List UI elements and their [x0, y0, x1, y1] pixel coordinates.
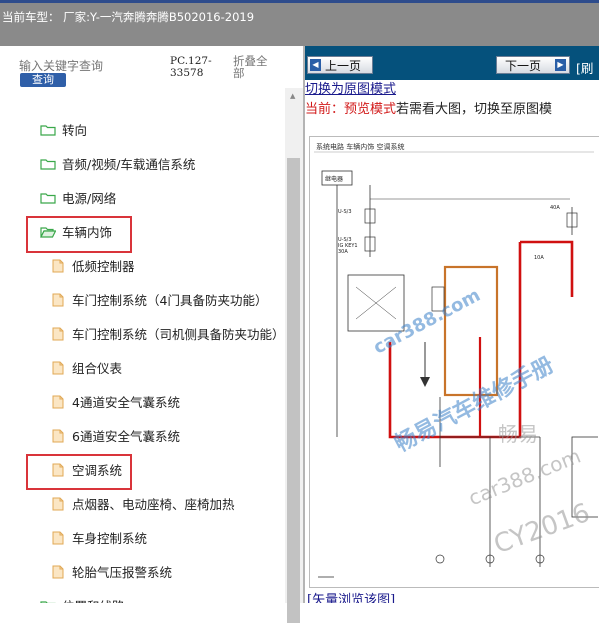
- current-vehicle-label: 当前车型： 厂家:Y-一汽奔腾奔腾B502016-2019: [2, 10, 255, 24]
- watermark-brand-grey: 畅易: [498, 422, 538, 446]
- tree-item[interactable]: 6通道安全气囊系统: [52, 419, 180, 452]
- pc-code: PC.127-33578: [170, 55, 212, 79]
- refresh-link[interactable]: [刷: [576, 58, 593, 77]
- search-button[interactable]: 查询: [20, 73, 66, 87]
- prev-page-button[interactable]: ◀ 上一页: [307, 56, 373, 74]
- tree-item[interactable]: 车门控制系统（4门具备防夹功能）: [52, 283, 267, 316]
- diagram-label-d: 30A: [338, 249, 348, 255]
- left-arrow-icon: ◀: [310, 59, 321, 71]
- document-icon: [52, 429, 64, 442]
- folder-icon: [40, 158, 56, 170]
- scrollbar-thumb[interactable]: [287, 158, 300, 623]
- tree-item[interactable]: 车身控制系统: [52, 521, 147, 554]
- tree-item-label: 低频控制器: [72, 259, 135, 274]
- document-icon: [52, 293, 64, 306]
- keyword-search-input[interactable]: [19, 58, 149, 74]
- document-icon: [52, 327, 64, 340]
- tree-item[interactable]: 电源/网络: [40, 181, 116, 214]
- mode-hint-label: 若需看大图，切换至原图模: [396, 102, 553, 117]
- mode-status: 当前：预览模式若需看大图，切换至原图模: [305, 98, 552, 117]
- tree-scrollbar[interactable]: ▲: [285, 88, 303, 623]
- fuse-box-label: 继电器: [325, 175, 343, 183]
- tree-item[interactable]: 车门控制系统（司机侧具备防夹功能）: [52, 317, 285, 350]
- vector-view-link[interactable]: [矢量浏览该图]: [307, 589, 395, 603]
- tree-item[interactable]: 组合仪表: [52, 351, 122, 384]
- document-icon: [52, 497, 64, 510]
- title-bar-accent: [0, 0, 599, 3]
- folder-icon: [40, 124, 56, 136]
- category-tree: 转向 音频/视频/车载通信系统 电源/网络 车辆内饰 低频控制器 车门控制系统（4门具备防…: [0, 88, 285, 603]
- folder-icon: [40, 600, 56, 603]
- collapse-all-link[interactable]: 折叠全部: [233, 55, 275, 79]
- next-page-button[interactable]: 下一页 ▶: [496, 56, 570, 74]
- tree-item[interactable]: 轮胎气压报警系统: [52, 555, 172, 588]
- document-icon: [52, 259, 64, 272]
- tree-item[interactable]: 低频控制器: [52, 249, 135, 282]
- folder-icon: [40, 192, 56, 204]
- diagram-label-e: 40A: [550, 205, 560, 211]
- tree-item-label: 音频/视频/车载通信系统: [62, 157, 196, 172]
- tree-item-label: 4通道安全气囊系统: [72, 395, 180, 410]
- tree-item-label: 车门控制系统（4门具备防夹功能）: [72, 293, 268, 308]
- switch-original-mode-link[interactable]: 切换为原图模式: [305, 78, 396, 97]
- tree-item-label: 组合仪表: [72, 361, 123, 376]
- tree-item-label: 车门控制系统（司机侧具备防夹功能）: [72, 327, 285, 342]
- tree-item-label: 转向: [62, 123, 88, 138]
- document-icon: [52, 531, 64, 544]
- viewer-navbar: ◀ 上一页 下一页 ▶ [刷: [305, 46, 599, 80]
- document-icon: [52, 395, 64, 408]
- diagram-label-a: U-S/3: [338, 209, 352, 215]
- tree-item[interactable]: 4通道安全气囊系统: [52, 385, 180, 418]
- tree-item-label: 车身控制系统: [72, 531, 148, 546]
- tree-item-label: 6通道安全气囊系统: [72, 429, 180, 444]
- document-icon: [52, 565, 64, 578]
- title-bar: 当前车型： 厂家:Y-一汽奔腾奔腾B502016-2019: [0, 0, 599, 46]
- next-page-label: 下一页: [505, 59, 542, 73]
- scroll-up-icon[interactable]: ▲: [290, 93, 295, 100]
- right-arrow-icon: ▶: [555, 59, 566, 71]
- prev-page-label: 上一页: [325, 59, 362, 73]
- tree-item[interactable]: 转向: [40, 113, 87, 146]
- mode-current-label: 当前：预览模式: [305, 102, 397, 117]
- tree-item[interactable]: 位置和线路: [40, 589, 125, 603]
- diagram-label-f: 10A: [534, 255, 544, 261]
- tree-item-label: 位置和线路: [62, 596, 125, 603]
- tree-item[interactable]: 音频/视频/车载通信系统: [40, 147, 195, 180]
- tree-item-label: 电源/网络: [62, 191, 117, 206]
- tree-item[interactable]: 点烟器、电动座椅、座椅加热: [52, 487, 235, 520]
- highlight-box-vehicle-interior: [26, 216, 132, 253]
- tree-item-label: 轮胎气压报警系统: [72, 565, 173, 580]
- tree-item-label: 点烟器、电动座椅、座椅加热: [72, 497, 235, 512]
- document-icon: [52, 361, 64, 374]
- highlight-box-ac-system: [26, 454, 132, 490]
